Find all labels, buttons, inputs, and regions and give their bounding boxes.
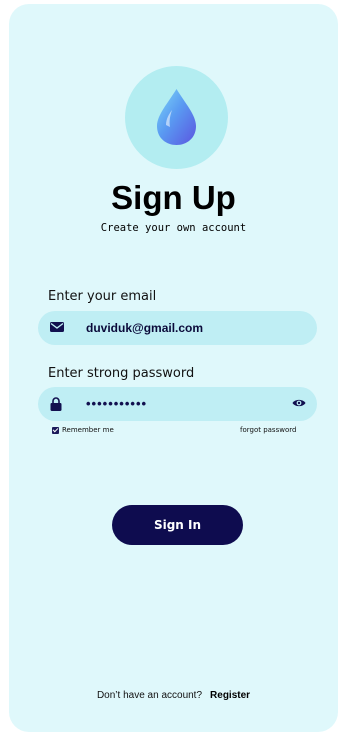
signup-card: Sign Up Create your own account Enter yo… [9,4,338,732]
remember-me-checkbox[interactable]: Remember me [52,426,114,434]
checkbox-checked-icon[interactable] [52,426,59,434]
register-link[interactable]: Register [210,690,250,701]
register-prompt-text: Don’t have an account? [96,690,203,701]
eye-icon[interactable] [292,398,306,408]
page-subtitle: Create your own account [100,222,247,234]
logo-circle [125,66,228,169]
email-value: duviduk@gmail.com [86,321,204,335]
sign-in-button[interactable]: Sign In [112,505,243,545]
email-field[interactable]: duviduk@gmail.com [38,311,317,345]
remember-me-label: Remember me [62,426,114,434]
mail-icon [50,322,64,332]
password-value: ••••••••••• [86,396,148,411]
register-prompt: Don’t have an account? Register [9,690,338,701]
email-label: Enter your email [48,289,157,304]
page-title: Sign Up [111,179,236,216]
password-field[interactable]: ••••••••••• [38,387,317,421]
password-label: Enter strong password [48,366,195,381]
forgot-password-link[interactable]: forgot password [240,426,296,434]
water-drop-icon [157,89,196,145]
lock-icon [50,397,62,411]
